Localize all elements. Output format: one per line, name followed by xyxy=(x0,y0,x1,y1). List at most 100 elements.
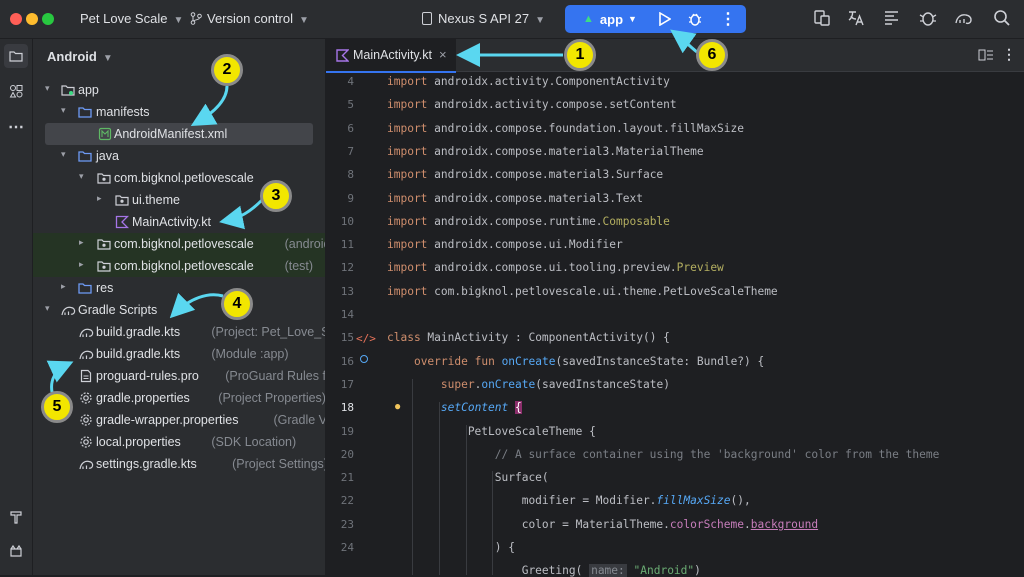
gradle-sync-icon[interactable] xyxy=(954,8,974,28)
package-icon xyxy=(97,237,111,251)
code-line[interactable]: import androidx.compose.ui.tooling.previ… xyxy=(387,261,724,274)
line-number: 18 xyxy=(340,401,354,415)
code-line[interactable]: import androidx.compose.foundation.layou… xyxy=(387,122,744,135)
tree-item[interactable]: AndroidManifest.xml xyxy=(45,123,313,145)
tree-item[interactable]: settings.gradle.kts (Project Settings) xyxy=(33,453,325,475)
line-number: 15 xyxy=(340,331,354,345)
code-line[interactable]: import androidx.compose.material3.Surfac… xyxy=(387,168,663,181)
code-line[interactable]: import androidx.compose.material3.Materi… xyxy=(387,145,704,158)
device-label: Nexus S API 27 xyxy=(438,11,530,26)
code-line[interactable]: import androidx.compose.runtime.Composab… xyxy=(387,215,670,228)
chevron-right-icon[interactable]: ▸ xyxy=(79,259,84,270)
translate-icon[interactable] xyxy=(846,8,866,28)
chevron-down-icon[interactable]: ▾ xyxy=(61,149,66,160)
tree-item-hint: (Gradle Version) xyxy=(273,413,326,427)
code-line[interactable]: // A surface container using the 'backgr… xyxy=(387,448,940,461)
lightbulb-icon[interactable]: ● xyxy=(394,399,401,413)
class-gutter-icon[interactable]: </> xyxy=(356,332,376,345)
line-number: 6 xyxy=(347,121,354,135)
code-line[interactable]: class MainActivity : ComponentActivity()… xyxy=(387,331,670,344)
code-line[interactable]: override fun onCreate(savedInstanceState… xyxy=(387,355,764,368)
app-inspection-icon[interactable] xyxy=(918,8,938,28)
chevron-down-icon[interactable]: ▾ xyxy=(45,303,50,314)
code-line[interactable]: Greeting( name: "Android") xyxy=(387,564,701,577)
line-number: 24 xyxy=(340,541,354,554)
line-number: 4 xyxy=(347,75,354,88)
chevron-right-icon[interactable]: ▸ xyxy=(97,193,102,204)
more-editor-actions-button[interactable]: ⋮ xyxy=(1002,46,1016,63)
tree-item[interactable]: ▾ java xyxy=(33,145,325,167)
tree-item[interactable]: MainActivity.kt xyxy=(33,211,325,233)
chevron-down-icon: ▼ xyxy=(102,53,113,64)
code-line[interactable]: import androidx.activity.ComponentActivi… xyxy=(387,75,670,88)
run-config-selector[interactable]: ▲ app ▼ xyxy=(575,5,645,33)
code-line[interactable]: color = MaterialTheme.colorScheme.backgr… xyxy=(387,518,818,531)
tree-item[interactable]: gradle-wrapper.properties (Gradle Version… xyxy=(33,409,325,431)
code-line[interactable]: super.onCreate(savedInstanceState) xyxy=(387,378,670,391)
line-number: 11 xyxy=(340,238,354,252)
tree-item[interactable]: ▾ manifests xyxy=(33,101,325,123)
minimize-window-button[interactable] xyxy=(26,13,38,25)
tree-item-label: gradle-wrapper.properties xyxy=(96,413,239,427)
chevron-down-icon[interactable]: ▾ xyxy=(45,83,50,94)
code-line[interactable]: import androidx.compose.ui.Modifier xyxy=(387,238,623,251)
title-bar: Pet Love Scale ▼ Version control ▼ Nexus S… xyxy=(0,0,1024,39)
layout-inspector-icon[interactable] xyxy=(882,8,902,28)
vcs-widget[interactable]: Version control ▼ xyxy=(190,11,309,26)
reader-mode-icon[interactable] xyxy=(978,48,994,62)
tab-mainactivity[interactable]: MainActivity.kt × xyxy=(326,39,456,73)
tree-item[interactable]: build.gradle.kts (Project: Pet_Love_Scale… xyxy=(33,321,325,343)
code-line[interactable]: import androidx.activity.compose.setCont… xyxy=(387,98,677,111)
code-line[interactable]: setContent { xyxy=(387,401,522,415)
code-line[interactable]: ) { xyxy=(387,541,515,554)
project-switcher[interactable]: Pet Love Scale ▼ xyxy=(80,11,183,26)
line-number: 22 xyxy=(340,494,354,508)
project-tool-button[interactable] xyxy=(4,44,28,68)
build-variants-button[interactable] xyxy=(4,505,28,529)
chevron-down-icon: ▼ xyxy=(173,15,184,26)
manifest-file-icon xyxy=(98,127,112,141)
override-gutter-icon[interactable] xyxy=(360,355,368,363)
tree-item[interactable]: ▸ com.bigknol.petlovescale (test) xyxy=(33,255,325,277)
chevron-down-icon[interactable]: ▾ xyxy=(61,105,66,116)
chevron-right-icon[interactable]: ▸ xyxy=(61,281,66,292)
run-button[interactable] xyxy=(653,5,677,33)
maximize-window-button[interactable] xyxy=(42,13,54,25)
logcat-icon xyxy=(10,544,22,557)
project-panel: Android ▼ ▾ app ▾ manifests AndroidManifest.x… xyxy=(33,39,326,575)
tree-item-label: build.gradle.kts xyxy=(96,347,181,361)
tree-item[interactable]: gradle.properties (Project Properties) xyxy=(33,387,325,409)
tree-item[interactable]: ▸ com.bigknol.petlovescale (androidTest) xyxy=(33,233,325,255)
tool-window-strip: ⋯ xyxy=(0,39,33,575)
tree-item[interactable]: ▸ res xyxy=(33,277,325,299)
device-manager-icon[interactable] xyxy=(812,8,832,28)
indent-guide xyxy=(466,425,467,575)
tree-item[interactable]: local.properties (SDK Location) xyxy=(33,431,325,453)
tree-item-hint: (Project Properties) xyxy=(218,391,326,405)
debug-button[interactable] xyxy=(683,5,707,33)
code-line[interactable]: PetLoveScaleTheme { xyxy=(387,425,596,438)
more-actions-button[interactable]: ⋮ xyxy=(717,5,739,33)
logcat-button[interactable] xyxy=(4,539,28,563)
callout-1: 1 xyxy=(564,39,596,71)
more-tools-button[interactable]: ⋯ xyxy=(4,115,28,139)
close-window-button[interactable] xyxy=(10,13,22,25)
code-line[interactable]: modifier = Modifier.fillMaxSize(), xyxy=(387,494,751,507)
tree-item[interactable]: proguard-rules.pro (ProGuard Rules for ":… xyxy=(33,365,325,387)
line-number: 20 xyxy=(340,447,354,461)
chevron-down-icon[interactable]: ▾ xyxy=(79,171,84,182)
close-tab-icon[interactable]: × xyxy=(439,47,447,62)
device-icon xyxy=(422,12,432,25)
tree-item[interactable]: build.gradle.kts (Module :app) xyxy=(33,343,325,365)
code-line[interactable]: import com.bigknol.petlovescale.ui.theme… xyxy=(387,285,778,298)
tree-item[interactable]: ▾ app xyxy=(33,79,325,101)
code-line[interactable]: import androidx.compose.material3.Text xyxy=(387,192,643,205)
resource-manager-button[interactable] xyxy=(4,79,28,103)
search-icon[interactable] xyxy=(992,8,1012,28)
kotlin-file-icon xyxy=(336,49,349,62)
device-selector[interactable]: Nexus S API 27 ▼ xyxy=(422,11,545,26)
chevron-right-icon[interactable]: ▸ xyxy=(79,237,84,248)
project-view-selector[interactable]: Android ▼ xyxy=(47,49,113,64)
tree-item[interactable]: ▾ Gradle Scripts xyxy=(33,299,325,321)
tree-item-label: MainActivity.kt xyxy=(132,215,211,229)
